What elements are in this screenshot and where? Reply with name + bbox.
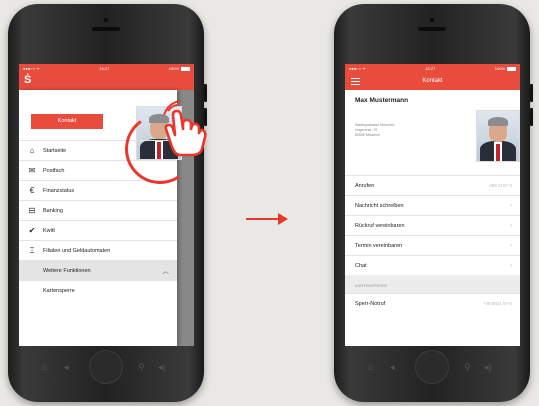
hardware-buttons: ⌂ ◂ ⚲ ◂) <box>8 344 204 394</box>
row-nachricht-schreiben[interactable]: Nachricht schreiben › <box>345 195 520 215</box>
carrier-signal: ●●●○○ ᯤ <box>349 65 366 71</box>
row-label: Sperr-Notruf <box>355 300 386 307</box>
menu-item-weitere-funktionen[interactable]: Weitere Funktionen ︿ <box>19 260 177 280</box>
row-label: Chat <box>355 262 367 269</box>
volume-button <box>530 84 533 102</box>
back-nav-icon: ◂ <box>390 362 395 372</box>
earpiece <box>92 27 120 31</box>
volume-nav-icon: ◂) <box>158 362 166 372</box>
section-header-kartensperre: KARTENSPERRE <box>345 275 520 293</box>
contact-options: Anrufen 089 2167-0 Nachricht schreiben › R… <box>345 175 520 313</box>
arrow-right-icon <box>246 213 288 225</box>
chevron-right-icon: › <box>510 222 512 229</box>
row-label: Nachricht schreiben <box>355 202 404 209</box>
row-anrufen[interactable]: Anrufen 089 2167-0 <box>345 175 520 195</box>
avatar-hair <box>488 117 508 126</box>
status-bar: ●●●○○ ᯤ 15:27 100% <box>345 64 520 73</box>
menu-item-label: Finanzstatus <box>43 187 75 194</box>
sparkasse-logo-icon: Ṡ <box>24 74 32 86</box>
menu-item-label: Startseite <box>43 147 67 154</box>
row-label: Termin vereinbaren <box>355 242 403 249</box>
battery-percent: 100% <box>168 66 179 71</box>
chevron-right-icon: › <box>510 242 512 249</box>
home-icon: ⌂ <box>29 146 35 155</box>
phone-number: +49 8921 67-0 <box>482 301 512 306</box>
menu-item-label: Postfach <box>43 167 65 174</box>
menu-item-kartensperre[interactable]: Kartensperre <box>19 280 177 300</box>
page-title: Kontakt <box>422 78 443 84</box>
screen-kontakt: ●●●○○ ᯤ 15:27 100% Kontakt Max Musterman… <box>345 64 520 346</box>
chevron-right-icon: › <box>510 262 512 269</box>
menu-item-label: Banking <box>43 207 63 214</box>
status-bar: ●●●○○ ᯤ 15:27 100% <box>19 64 194 73</box>
row-termin-vereinbaren[interactable]: Termin vereinbaren › <box>345 235 520 255</box>
home-button[interactable] <box>415 350 449 384</box>
menu-item-filialen[interactable]: ⌶ Filialen und Geldautomaten <box>19 240 177 260</box>
kwitt-check-icon: ✔ <box>28 226 36 235</box>
hardware-buttons: ⌂ ◂ ⚲ ◂) <box>334 344 530 394</box>
chevron-up-icon: ︿ <box>162 267 169 275</box>
advisor-photo <box>476 110 520 162</box>
battery-icon <box>507 66 516 71</box>
earpiece <box>418 27 446 31</box>
tap-hand-icon <box>163 100 207 157</box>
menu-item-kwitt[interactable]: ✔ Kwitt <box>19 220 177 240</box>
carrier-signal: ●●●○○ ᯤ <box>23 65 40 71</box>
volume-nav-icon: ◂) <box>484 362 492 372</box>
phone-left: ●●●○○ ᯤ 15:27 100% Ṡ Kontakt ⌂ Startseite… <box>8 4 207 402</box>
battery-indicator: 100% <box>495 66 516 71</box>
hamburger-menu-icon[interactable] <box>351 78 360 85</box>
volume-button <box>530 108 533 126</box>
row-chat[interactable]: Chat › <box>345 255 520 275</box>
advisor-card: Max Mustermann Stadtsparkasse München Un… <box>345 90 520 175</box>
battery-indicator: 100% <box>169 66 190 71</box>
menu-item-label: Filialen und Geldautomaten <box>43 247 111 254</box>
row-rueckruf-vereinbaren[interactable]: Rückruf vereinbaren › <box>345 215 520 235</box>
phone-right: ●●●○○ ᯤ 15:27 100% Kontakt Max Musterman… <box>334 4 533 402</box>
wallet-icon: ⊟ <box>28 206 36 215</box>
kontakt-button[interactable]: Kontakt <box>31 114 103 129</box>
advisor-name: Max Mustermann <box>355 97 409 104</box>
home-nav-icon: ⌂ <box>368 362 374 372</box>
atm-icon: ⌶ <box>29 245 35 255</box>
row-sperr-notruf[interactable]: Sperr-Notruf +49 8921 67-0 <box>345 293 520 313</box>
clock: 15:27 <box>425 66 436 71</box>
search-nav-icon: ⚲ <box>464 362 471 372</box>
clock: 15:27 <box>99 66 110 71</box>
front-camera <box>430 18 434 22</box>
search-nav-icon: ⚲ <box>138 362 145 372</box>
menu-item-banking[interactable]: ⊟ Banking <box>19 200 177 220</box>
avatar-tie <box>496 144 500 161</box>
home-nav-icon: ⌂ <box>42 362 48 372</box>
front-camera <box>104 18 108 22</box>
mail-icon: ✉ <box>28 166 36 175</box>
row-label: Anrufen <box>355 182 375 189</box>
advisor-address: Stadtsparkasse München Ungererstr. 75 80… <box>355 123 395 138</box>
home-button[interactable] <box>89 350 123 384</box>
app-bar: Kontakt <box>345 73 520 90</box>
app-bar: Ṡ <box>19 73 194 90</box>
row-label: Rückruf vereinbaren <box>355 222 405 229</box>
menu-item-label: Kwitt <box>43 227 55 234</box>
battery-icon <box>181 66 190 71</box>
battery-percent: 100% <box>494 66 505 71</box>
menu-item-label: Weitere Funktionen <box>43 267 91 274</box>
euro-icon: € <box>29 186 35 195</box>
address-line: 80805 München <box>355 133 381 137</box>
chevron-right-icon: › <box>510 202 512 209</box>
back-nav-icon: ◂ <box>64 362 69 372</box>
phone-number: 089 2167-0 <box>489 183 512 188</box>
menu-item-label: Kartensperre <box>43 287 75 294</box>
